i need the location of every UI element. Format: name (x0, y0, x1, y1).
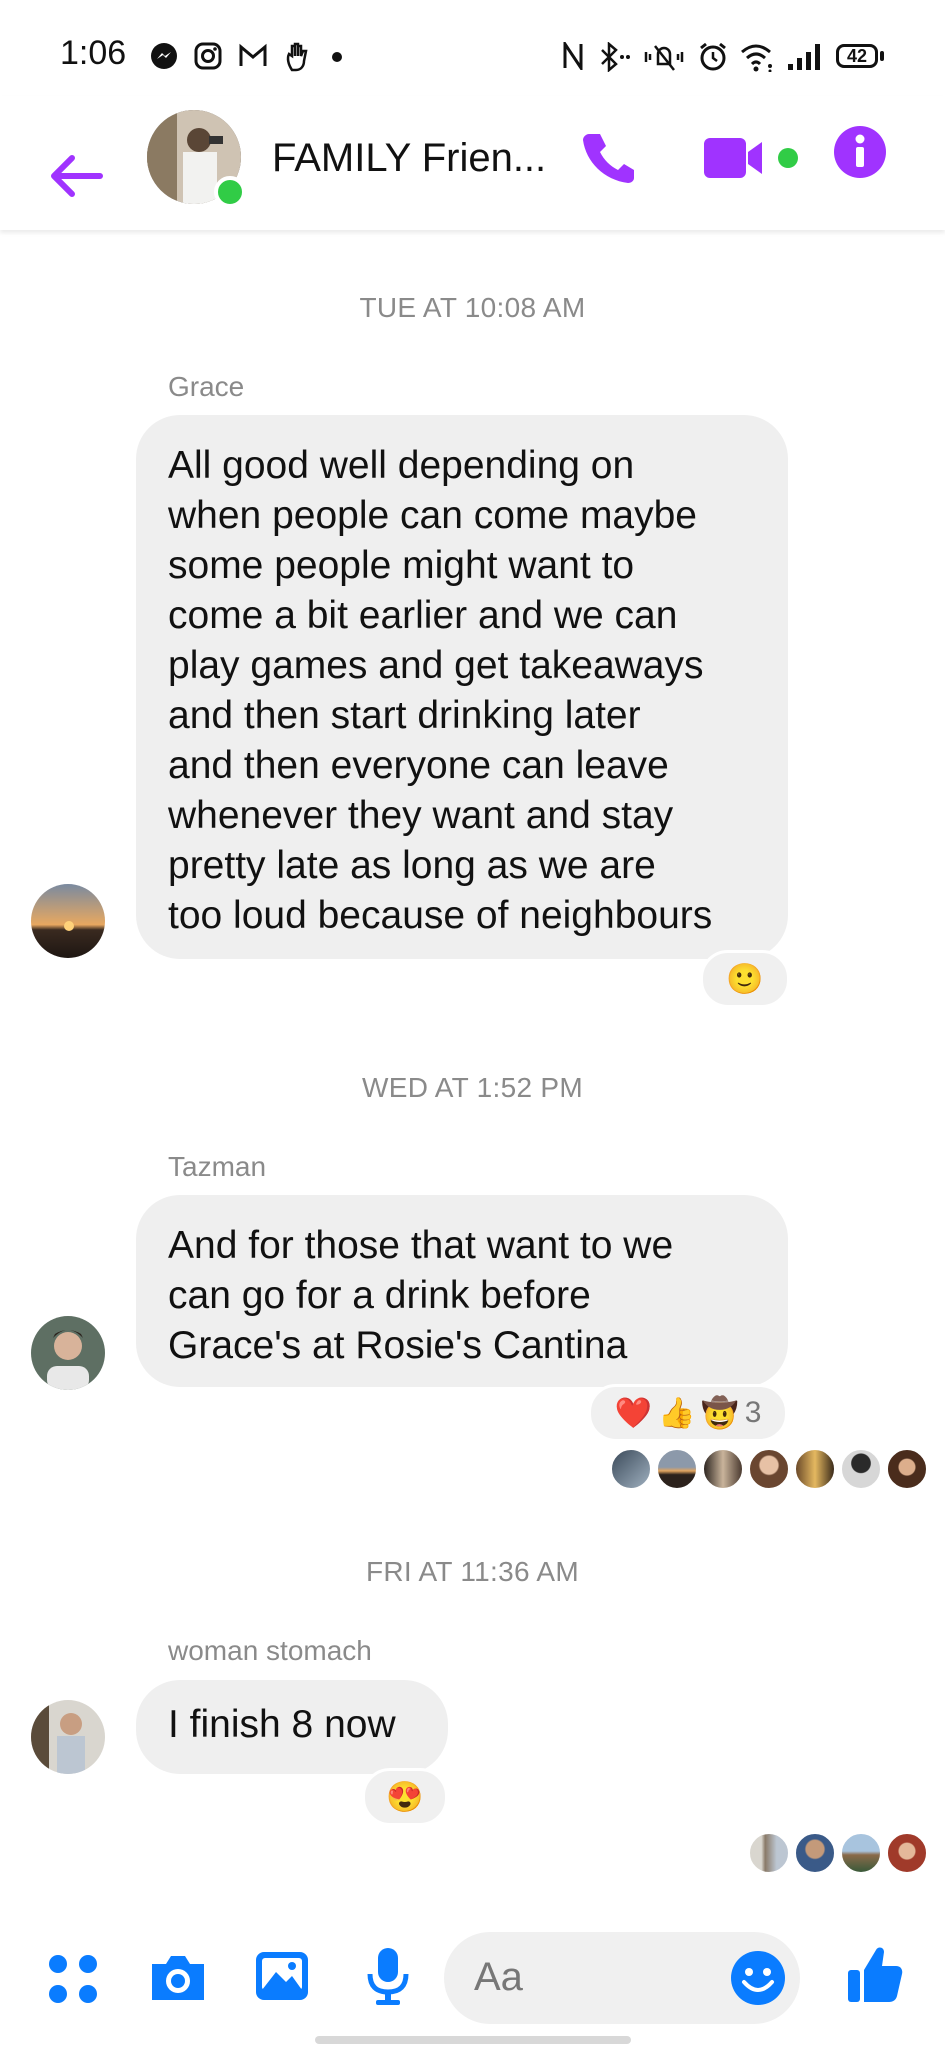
message-line: come a bit earlier and we can (168, 594, 678, 637)
message-line: pretty late as long as we are (168, 844, 656, 887)
battery-tip (880, 51, 884, 61)
seen-by-avatar (840, 1448, 882, 1490)
signal-icon (786, 42, 822, 77)
timestamp-divider: FRI AT 11:36 AM (365, 1556, 580, 1587)
voice-call-button[interactable] (580, 130, 636, 189)
hand-notification-icon (284, 42, 312, 77)
composer-bar: Aa (0, 1930, 945, 2048)
sender-avatar[interactable] (31, 1700, 105, 1774)
emoji-button[interactable] (730, 1950, 786, 2011)
message-line: when people can come maybe (168, 494, 697, 537)
apps-icon (49, 1955, 97, 2003)
phone-icon (583, 134, 634, 183)
gallery-button[interactable] (254, 1950, 310, 2007)
like-button[interactable] (846, 1944, 904, 2009)
seen-by-avatar (886, 1832, 928, 1874)
battery-level: 42 (846, 45, 868, 66)
message-line: And for those that want to we (168, 1224, 674, 1267)
sender-name: Grace (168, 371, 245, 402)
more-notifications-dot (332, 52, 342, 62)
bluetooth-icon (598, 41, 630, 77)
message-line: can go for a drink before (168, 1274, 591, 1317)
camera-button[interactable] (148, 1952, 208, 2009)
seen-by-avatar (886, 1448, 928, 1490)
seen-by-avatar (748, 1448, 790, 1490)
info-button[interactable] (834, 126, 886, 183)
timestamp-divider: WED AT 1:52 PM (361, 1072, 583, 1103)
thumbs-up-icon (848, 1947, 903, 2002)
message-line: and then everyone can leave (168, 744, 669, 787)
slightly-smiling-emoji: 🙂 (726, 962, 764, 996)
seen-by-avatar (840, 1832, 882, 1874)
message-line: All good well depending on (168, 444, 635, 487)
message-bubble[interactable]: All good well depending on when people c… (136, 415, 788, 959)
chat-header: FAMILY Frien... (0, 96, 945, 230)
back-arrow-icon (51, 155, 103, 197)
reaction-pill[interactable]: ❤️ 👍 🤠 3 (588, 1384, 788, 1442)
sender-name: Tazman (168, 1151, 267, 1182)
message-line: and then start drinking later (168, 694, 641, 737)
camera-icon (152, 1956, 204, 2000)
cowboy-emoji: 🤠 (701, 1396, 739, 1430)
heart-emoji: ❤️ (614, 1396, 652, 1430)
message-line: play games and get takeaways (168, 644, 704, 687)
messenger-notification-icon (150, 42, 178, 75)
wifi-icon (740, 42, 776, 77)
voice-message-button[interactable] (366, 1946, 410, 2011)
chat-title[interactable]: FAMILY Frien... (272, 136, 552, 181)
gallery-icon (256, 1952, 308, 2000)
sender-avatar[interactable] (31, 1316, 105, 1390)
message-line: Grace's at Rosie's Cantina (168, 1324, 628, 1367)
message-line: too loud because of neighbours (168, 894, 713, 937)
message-line: I finish 8 now (168, 1703, 396, 1746)
nfc-icon (562, 39, 584, 75)
info-icon (834, 126, 886, 178)
reaction-count: 3 (744, 1396, 762, 1429)
gmail-notification-icon (238, 42, 268, 73)
emoji-icon (731, 1951, 785, 2005)
seen-by-avatar (656, 1448, 698, 1490)
seen-by-avatar (610, 1448, 652, 1490)
sender-name: woman stomach (168, 1635, 372, 1666)
back-button[interactable] (46, 152, 104, 200)
instagram-notification-icon (194, 42, 222, 75)
reaction-pill[interactable]: 🙂 (700, 950, 790, 1008)
vibrate-off-icon (644, 42, 684, 77)
alarm-icon (698, 42, 728, 77)
microphone-icon (367, 1948, 409, 2005)
seen-by-avatar (794, 1832, 836, 1874)
seen-by-avatar (748, 1832, 790, 1874)
home-indicator (315, 2036, 631, 2044)
timestamp-divider: TUE AT 10:08 AM (359, 292, 586, 323)
online-indicator (214, 176, 246, 208)
message-bubble[interactable]: And for those that want to we can go for… (136, 1195, 788, 1387)
video-call-button[interactable] (704, 136, 800, 185)
heart-eyes-emoji: 😍 (386, 1780, 424, 1814)
sender-avatar[interactable] (31, 884, 105, 958)
message-line: whenever they want and stay (168, 794, 674, 837)
message-placeholder: Aa (474, 1955, 523, 1999)
apps-button[interactable] (46, 1952, 100, 2011)
thumbs-up-emoji: 👍 (657, 1396, 696, 1430)
message-bubble[interactable]: I finish 8 now (136, 1680, 448, 1774)
seen-by-avatar (702, 1448, 744, 1490)
message-line: some people might want to (168, 544, 635, 587)
seen-by-avatar (794, 1448, 836, 1490)
status-time: 1:06 (60, 34, 127, 72)
battery-icon: 42 (836, 44, 878, 68)
message-input[interactable]: Aa (444, 1932, 800, 2024)
video-camera-icon (704, 138, 798, 178)
reaction-pill[interactable]: 😍 (362, 1768, 448, 1826)
